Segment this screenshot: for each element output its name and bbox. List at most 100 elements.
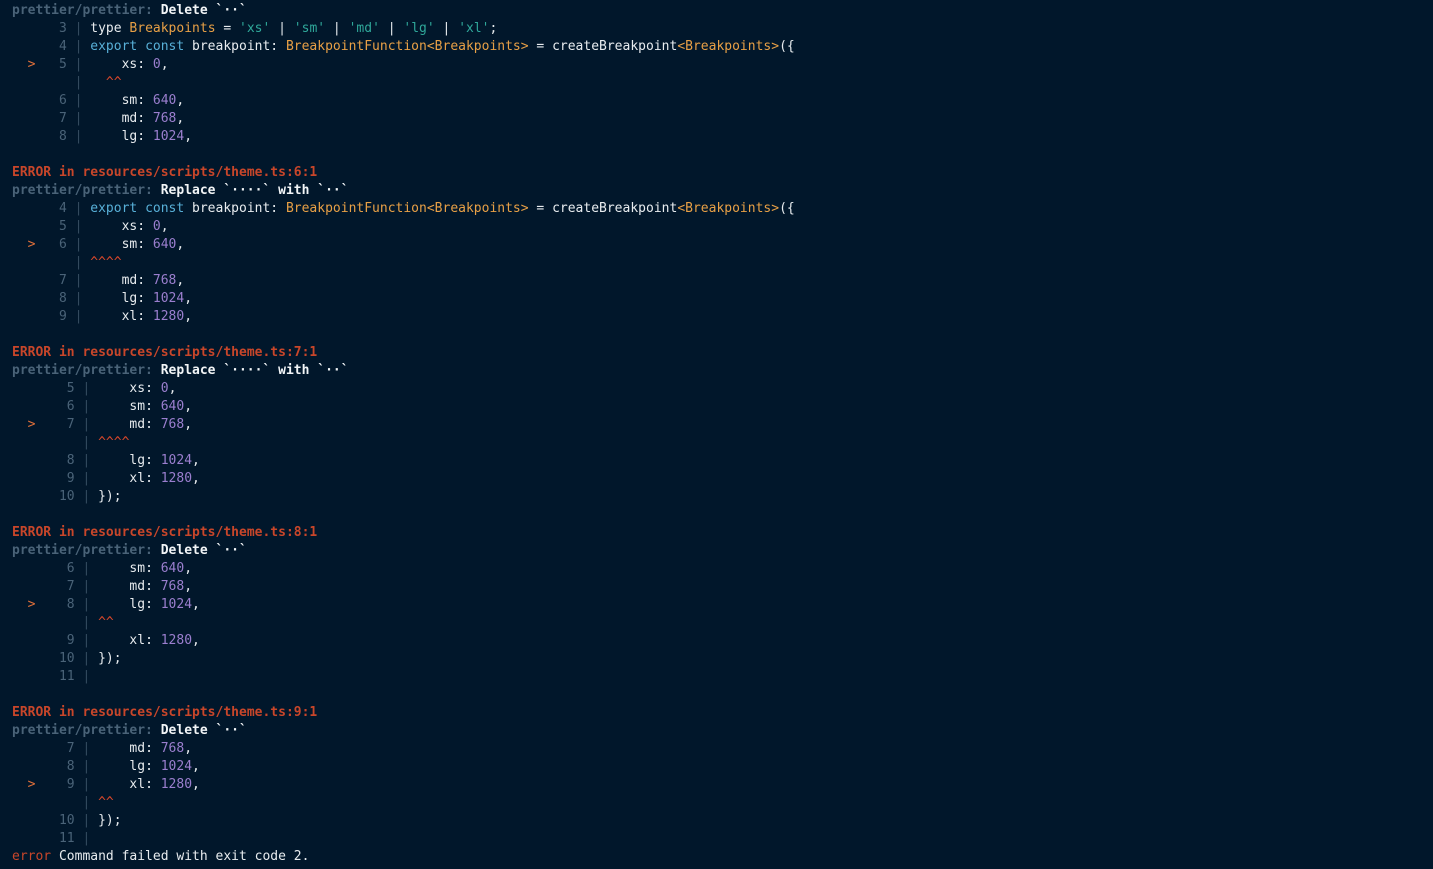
gutter-separator: | — [82, 669, 91, 684]
code-token: lg: — [98, 759, 161, 774]
code-token: 0 — [152, 57, 161, 72]
line-number: 3 — [43, 21, 67, 36]
gutter-separator: | — [82, 381, 91, 396]
code-token: , — [192, 471, 200, 486]
gutter-separator: | — [74, 273, 83, 288]
rule-message: Delete `··` — [160, 723, 247, 738]
line-number: 5 — [43, 57, 67, 72]
line-marker: > — [27, 57, 44, 72]
code-token: , — [184, 579, 193, 594]
rule-name: prettier/prettier: — [12, 363, 153, 378]
code-line: 6 | sm: 640, — [12, 398, 192, 416]
prettier-message: prettier/prettier: Replace `····` with `… — [12, 362, 349, 380]
rule-message: Delete `··` — [160, 3, 247, 18]
code-token: xl: — [98, 471, 161, 486]
line-number: 5 — [43, 381, 75, 396]
code-token: , — [176, 93, 185, 108]
final-error-line: error Command failed with exit code 2. — [12, 848, 309, 866]
rule-message: Replace `····` with `··` — [160, 363, 349, 378]
code-token: 768 — [160, 579, 185, 594]
line-gutter: 7 — [28, 579, 75, 594]
code-token: <Breakpoints> — [677, 201, 780, 216]
code-token: lg: — [90, 291, 153, 306]
code-line: 5 | xs: 0, — [12, 218, 169, 236]
code-token: , — [176, 237, 185, 252]
code-token: , — [176, 111, 185, 126]
code-token: 1280 — [160, 633, 193, 648]
code-token: 1280 — [160, 471, 193, 486]
line-marker — [28, 381, 44, 396]
line-marker — [28, 309, 44, 324]
gutter-separator: | — [74, 39, 83, 54]
code-token: 1024 — [160, 759, 193, 774]
code-token: 'md' — [348, 21, 380, 36]
line-marker — [28, 273, 44, 288]
line-gutter: 10 — [28, 489, 75, 504]
code-line: 7 | md: 768, — [12, 272, 184, 290]
code-token: 640 — [152, 237, 177, 252]
error-label: ERROR — [12, 525, 52, 540]
code-token: export const — [90, 39, 193, 54]
gutter-separator: | — [74, 255, 83, 270]
error-in: in — [58, 705, 75, 720]
code-token: ({ — [779, 39, 795, 54]
code-line: 8 | lg: 1024, — [12, 452, 200, 470]
code-line: > 5 | xs: 0, — [12, 56, 169, 74]
gutter-separator: | — [82, 741, 91, 756]
code-line: 11 | — [12, 668, 98, 686]
error-file-path: resources/scripts/theme.ts:8:1 — [82, 525, 318, 540]
line-number: 8 — [43, 759, 75, 774]
gutter-separator: | — [82, 813, 91, 828]
code-token: | — [434, 21, 459, 36]
code-token: md: — [90, 111, 153, 126]
line-number: 7 — [43, 741, 75, 756]
rule-name: prettier/prettier: — [12, 3, 153, 18]
gutter-separator: | — [82, 417, 91, 432]
code-line: 7 | md: 768, — [12, 740, 192, 758]
code-token: xl: — [98, 777, 161, 792]
terminal-output: prettier/prettier: Delete `··` 3 | type … — [0, 0, 1433, 869]
line-number: 10 — [43, 489, 75, 504]
code-line: > 9 | xl: 1280, — [12, 776, 200, 794]
code-token: , — [176, 273, 185, 288]
line-gutter: 6 — [28, 399, 75, 414]
code-token: , — [192, 633, 200, 648]
line-marker — [28, 93, 44, 108]
code-token: xl: — [98, 633, 161, 648]
code-token: 'xl' — [458, 21, 490, 36]
line-gutter: 6 — [28, 93, 67, 108]
line-marker: > — [27, 237, 44, 252]
code-token: , — [192, 597, 200, 612]
code-token: md: — [98, 579, 161, 594]
line-number: 6 — [43, 93, 67, 108]
gutter-separator: | — [82, 777, 91, 792]
code-token: 1024 — [152, 129, 185, 144]
code-token: 0 — [152, 219, 161, 234]
code-token: 640 — [160, 399, 185, 414]
line-number: 6 — [43, 399, 75, 414]
line-marker — [28, 651, 44, 666]
code-token: breakpoint: — [192, 39, 286, 54]
error-word: error — [12, 849, 52, 864]
code-line: 7 | md: 768, — [12, 110, 184, 128]
line-marker — [28, 21, 44, 36]
code-token: ({ — [779, 201, 795, 216]
line-number: 8 — [43, 453, 75, 468]
line-marker — [28, 129, 44, 144]
line-gutter: 8 — [28, 129, 67, 144]
line-gutter: 9 — [28, 309, 67, 324]
code-line: 4 | export const breakpoint: BreakpointF… — [12, 38, 795, 56]
code-token: | — [270, 21, 294, 36]
code-token: , — [192, 777, 200, 792]
rule-name: prettier/prettier: — [12, 183, 153, 198]
code-line: 4 | export const breakpoint: BreakpointF… — [12, 200, 795, 218]
line-number: 7 — [43, 111, 67, 126]
gutter-separator: | — [82, 633, 91, 648]
gutter-separator: | — [74, 309, 83, 324]
error-header: ERROR in resources/scripts/theme.ts:6:1 — [12, 164, 317, 182]
code-line: > 6 | sm: 640, — [12, 236, 185, 254]
code-token: type — [90, 21, 130, 36]
line-marker: > — [27, 777, 44, 792]
code-token: = createBreakpoint — [528, 201, 678, 216]
line-gutter: 10 — [28, 651, 75, 666]
